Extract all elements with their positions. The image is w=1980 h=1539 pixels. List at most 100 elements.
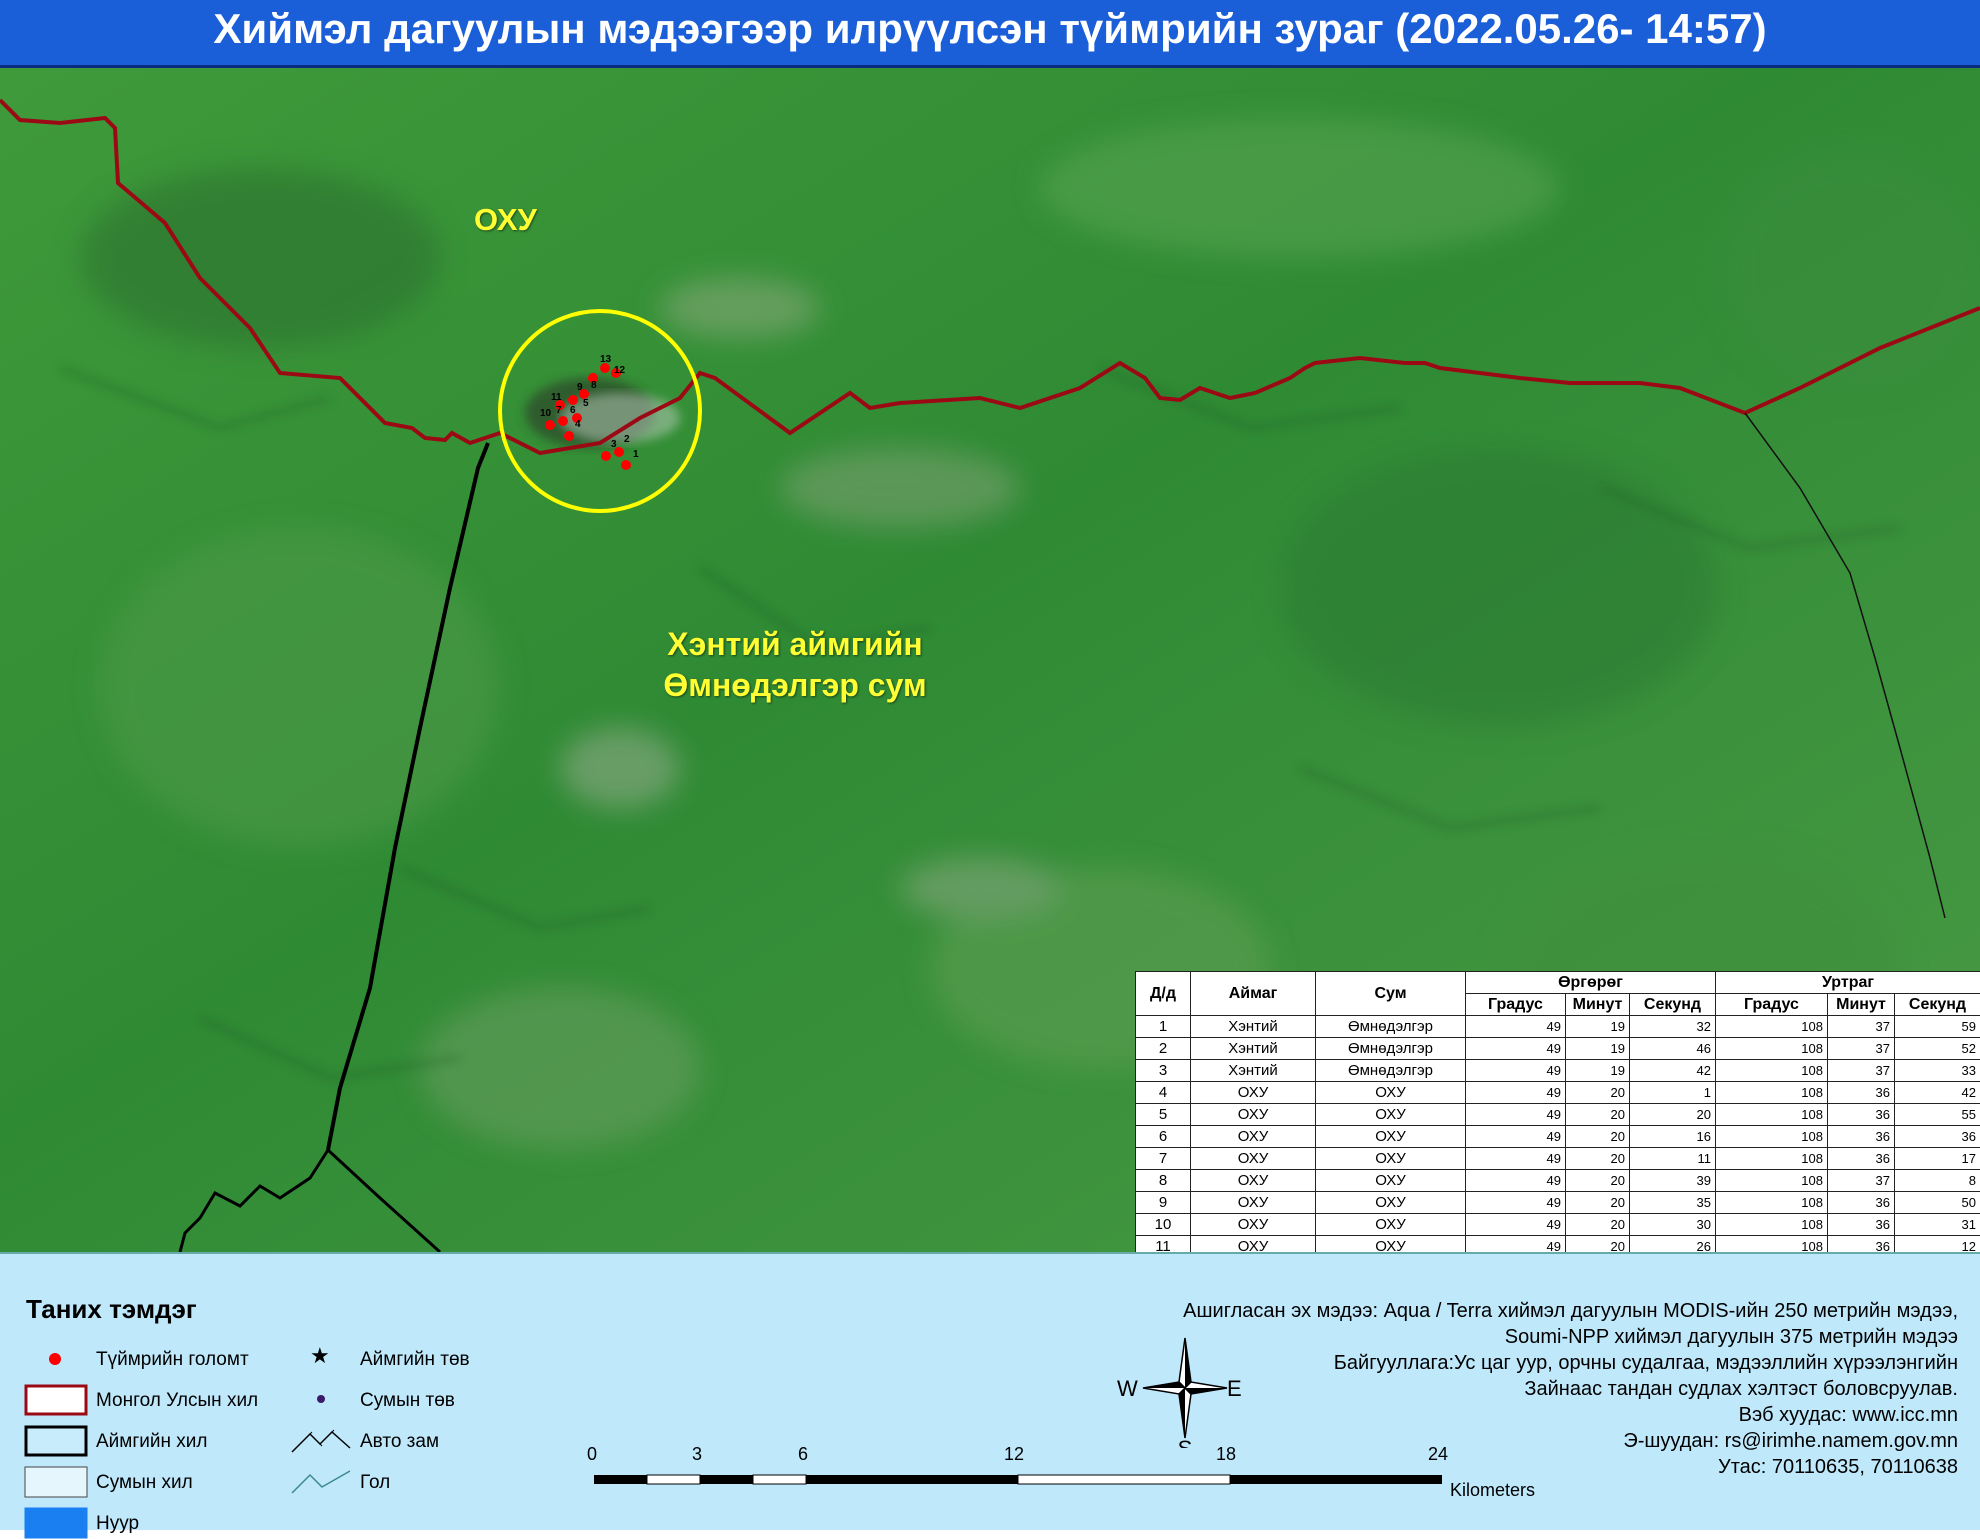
label-russia: ОХУ bbox=[474, 202, 537, 238]
table-cell: 50 bbox=[1895, 1192, 1980, 1214]
table-cell: 108 bbox=[1716, 1104, 1828, 1126]
table-cell: ОХУ bbox=[1191, 1170, 1316, 1192]
table-row: 8ОХУОХУ492039108378 bbox=[1136, 1170, 1980, 1192]
table-cell: 8 bbox=[1136, 1170, 1191, 1192]
table-row: 5ОХУОХУ4920201083655 bbox=[1136, 1104, 1980, 1126]
table-cell: 35 bbox=[1630, 1192, 1716, 1214]
scale-tick-12: 12 bbox=[1004, 1444, 1024, 1465]
fire-label-12: 12 bbox=[614, 365, 626, 376]
sum-border-legend-icon bbox=[24, 1466, 88, 1498]
table-cell: 20 bbox=[1566, 1214, 1630, 1236]
table-cell: 37 bbox=[1828, 1016, 1895, 1038]
table-cell: 46 bbox=[1630, 1038, 1716, 1060]
source-info: Ашигласан эх мэдээ: Aqua / Terra хиймэл … bbox=[1183, 1298, 1958, 1480]
table-body: 1ХэнтийӨмнөдэлгэр49193210837592ХэнтийӨмн… bbox=[1136, 1016, 1980, 1253]
header-latitude: Өргөрөг bbox=[1466, 972, 1716, 994]
table-cell: 49 bbox=[1466, 1236, 1566, 1253]
table-cell: 2 bbox=[1136, 1038, 1191, 1060]
table-row: 10ОХУОХУ4920301083631 bbox=[1136, 1214, 1980, 1236]
river-legend-icon bbox=[290, 1467, 352, 1497]
table-cell: 108 bbox=[1716, 1082, 1828, 1104]
scale-bar-graphic bbox=[594, 1474, 1464, 1486]
fire-label-11: 11 bbox=[551, 392, 562, 403]
table-cell: 108 bbox=[1716, 1148, 1828, 1170]
table-row: 7ОХУОХУ4920111083617 bbox=[1136, 1148, 1980, 1170]
legend-road: Авто зам bbox=[360, 1431, 439, 1453]
table-cell: 108 bbox=[1716, 1170, 1828, 1192]
title-bar: Хиймэл дагуулын мэдээгээр илрүүлсэн түйм… bbox=[0, 0, 1980, 68]
table-cell: 52 bbox=[1895, 1038, 1980, 1060]
table-row: 4ОХУОХУ492011083642 bbox=[1136, 1082, 1980, 1104]
table-cell: 7 bbox=[1136, 1148, 1191, 1170]
table-cell: 3 bbox=[1136, 1060, 1191, 1082]
table-cell: 32 bbox=[1630, 1016, 1716, 1038]
table-cell: 6 bbox=[1136, 1126, 1191, 1148]
header-sum: Сум bbox=[1316, 972, 1466, 1016]
table-cell: ОХУ bbox=[1316, 1192, 1466, 1214]
table-cell: 39 bbox=[1630, 1170, 1716, 1192]
table-cell: 31 bbox=[1895, 1214, 1980, 1236]
source-line-4: Зайнаас тандан судлах хэлтэст боловсруул… bbox=[1183, 1376, 1958, 1402]
table-cell: 36 bbox=[1828, 1104, 1895, 1126]
fire-point-9 bbox=[568, 395, 578, 405]
fire-label-1: 1 bbox=[633, 449, 639, 460]
map-view[interactable]: 1 2 3 4 5 6 7 8 9 10 11 12 13 ОХУ Хэнтий… bbox=[0, 68, 1980, 1252]
header-lat-second: Секунд bbox=[1630, 994, 1716, 1016]
source-line-3: Байгууллага:Ус цаг уур, орчны судалгаа, … bbox=[1183, 1350, 1958, 1376]
table-cell: ОХУ bbox=[1316, 1148, 1466, 1170]
mongolia-border-legend-icon bbox=[24, 1384, 88, 1416]
table-cell: ОХУ bbox=[1316, 1126, 1466, 1148]
road-legend-icon bbox=[290, 1426, 352, 1456]
table-cell: 5 bbox=[1136, 1104, 1191, 1126]
table-cell: 36 bbox=[1828, 1148, 1895, 1170]
sum-center-legend-icon bbox=[316, 1394, 326, 1404]
table-cell: 37 bbox=[1828, 1060, 1895, 1082]
legend-lake: Нуур bbox=[96, 1513, 139, 1535]
fire-label-3: 3 bbox=[611, 439, 617, 450]
table-cell: 17 bbox=[1895, 1148, 1980, 1170]
table-cell: 11 bbox=[1136, 1236, 1191, 1253]
aimag-border-legend-icon bbox=[24, 1425, 88, 1457]
header-longitude: Уртраг bbox=[1716, 972, 1980, 994]
table-cell: 49 bbox=[1466, 1126, 1566, 1148]
table-cell: Өмнөдэлгэр bbox=[1316, 1038, 1466, 1060]
table-cell: 37 bbox=[1828, 1170, 1895, 1192]
table-cell: 36 bbox=[1828, 1126, 1895, 1148]
table-cell: 19 bbox=[1566, 1060, 1630, 1082]
table-cell: ОХУ bbox=[1316, 1214, 1466, 1236]
table-cell: 49 bbox=[1466, 1082, 1566, 1104]
table-cell: 108 bbox=[1716, 1236, 1828, 1253]
scale-tick-3: 3 bbox=[692, 1444, 702, 1465]
header-lon-second: Секунд bbox=[1895, 994, 1980, 1016]
table-cell: 20 bbox=[1566, 1082, 1630, 1104]
table-cell: 19 bbox=[1566, 1038, 1630, 1060]
table-cell: 20 bbox=[1566, 1126, 1630, 1148]
table-cell: 4 bbox=[1136, 1082, 1191, 1104]
legend-mongolia-border: Монгол Улсын хил bbox=[96, 1390, 258, 1412]
table-cell: 36 bbox=[1828, 1214, 1895, 1236]
table-row: 2ХэнтийӨмнөдэлгэр4919461083752 bbox=[1136, 1038, 1980, 1060]
table-cell: 49 bbox=[1466, 1148, 1566, 1170]
table-cell: ОХУ bbox=[1191, 1126, 1316, 1148]
table-cell: Хэнтий bbox=[1191, 1060, 1316, 1082]
scale-tick-24: 24 bbox=[1428, 1444, 1448, 1465]
compass-west: W bbox=[1117, 1376, 1138, 1401]
legend-sum-center: Сумын төв bbox=[360, 1390, 455, 1412]
table-row: 11ОХУОХУ4920261083612 bbox=[1136, 1236, 1980, 1253]
table-cell: ОХУ bbox=[1191, 1082, 1316, 1104]
table-cell: ОХУ bbox=[1191, 1214, 1316, 1236]
source-line-1: Ашигласан эх мэдээ: Aqua / Terra хиймэл … bbox=[1183, 1298, 1958, 1324]
table-cell: 33 bbox=[1895, 1060, 1980, 1082]
table-cell: 108 bbox=[1716, 1038, 1828, 1060]
table-cell: 36 bbox=[1828, 1236, 1895, 1253]
table-row: 3ХэнтийӨмнөдэлгэр4919421083733 bbox=[1136, 1060, 1980, 1082]
source-line-6: Э-шуудан: rs@irimhe.namem.gov.mn bbox=[1183, 1428, 1958, 1454]
table-cell: 1 bbox=[1630, 1082, 1716, 1104]
page-title: Хиймэл дагуулын мэдээгээр илрүүлсэн түйм… bbox=[0, 0, 1980, 58]
table-cell: 108 bbox=[1716, 1192, 1828, 1214]
header-lon-minute: Минут bbox=[1828, 994, 1895, 1016]
table-row: 1ХэнтийӨмнөдэлгэр4919321083759 bbox=[1136, 1016, 1980, 1038]
lake-legend-icon bbox=[24, 1507, 88, 1539]
table-cell: ОХУ bbox=[1191, 1148, 1316, 1170]
fire-label-4: 4 bbox=[575, 419, 581, 430]
